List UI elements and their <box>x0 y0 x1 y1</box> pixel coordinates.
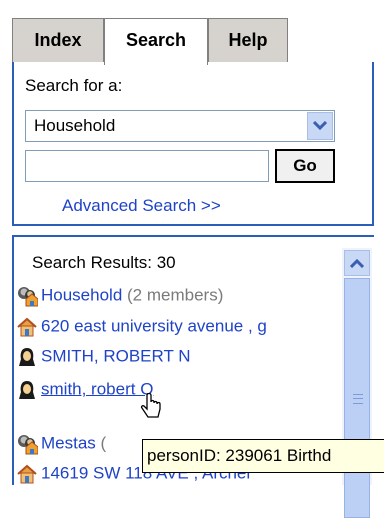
scroll-thumb[interactable] <box>344 278 370 518</box>
result-link[interactable]: Household <box>41 285 122 304</box>
list-item[interactable]: 620 east university avenue , g <box>16 316 267 338</box>
thumb-grip-icon <box>353 394 363 404</box>
results-list: Household (2 members) 620 east universit… <box>0 0 342 485</box>
house-icon <box>16 463 38 485</box>
result-link[interactable]: SMITH, ROBERT N <box>41 346 191 365</box>
tooltip: personID: 239061 Birthd <box>142 439 384 473</box>
household-group-icon <box>16 285 39 307</box>
result-link[interactable]: 620 east university avenue , g <box>41 316 267 335</box>
list-item[interactable]: Mestas ( <box>16 433 106 455</box>
result-link[interactable]: smith, robert Q <box>41 379 153 398</box>
result-extra: (2 members) <box>127 285 224 305</box>
list-item[interactable]: Household (2 members) <box>16 285 223 307</box>
tab-search[interactable]: Search <box>104 18 208 65</box>
person-icon <box>16 346 38 368</box>
list-item[interactable]: smith, robert Q <box>16 379 153 401</box>
result-extra: ( <box>100 433 107 453</box>
scroll-up-button[interactable] <box>344 250 370 276</box>
household-group-icon <box>16 433 39 455</box>
list-item[interactable]: SMITH, ROBERT N <box>16 346 191 368</box>
house-icon <box>16 316 38 338</box>
person-icon <box>16 379 38 401</box>
result-link[interactable]: Mestas <box>41 433 96 452</box>
hand-cursor-icon <box>140 393 161 418</box>
